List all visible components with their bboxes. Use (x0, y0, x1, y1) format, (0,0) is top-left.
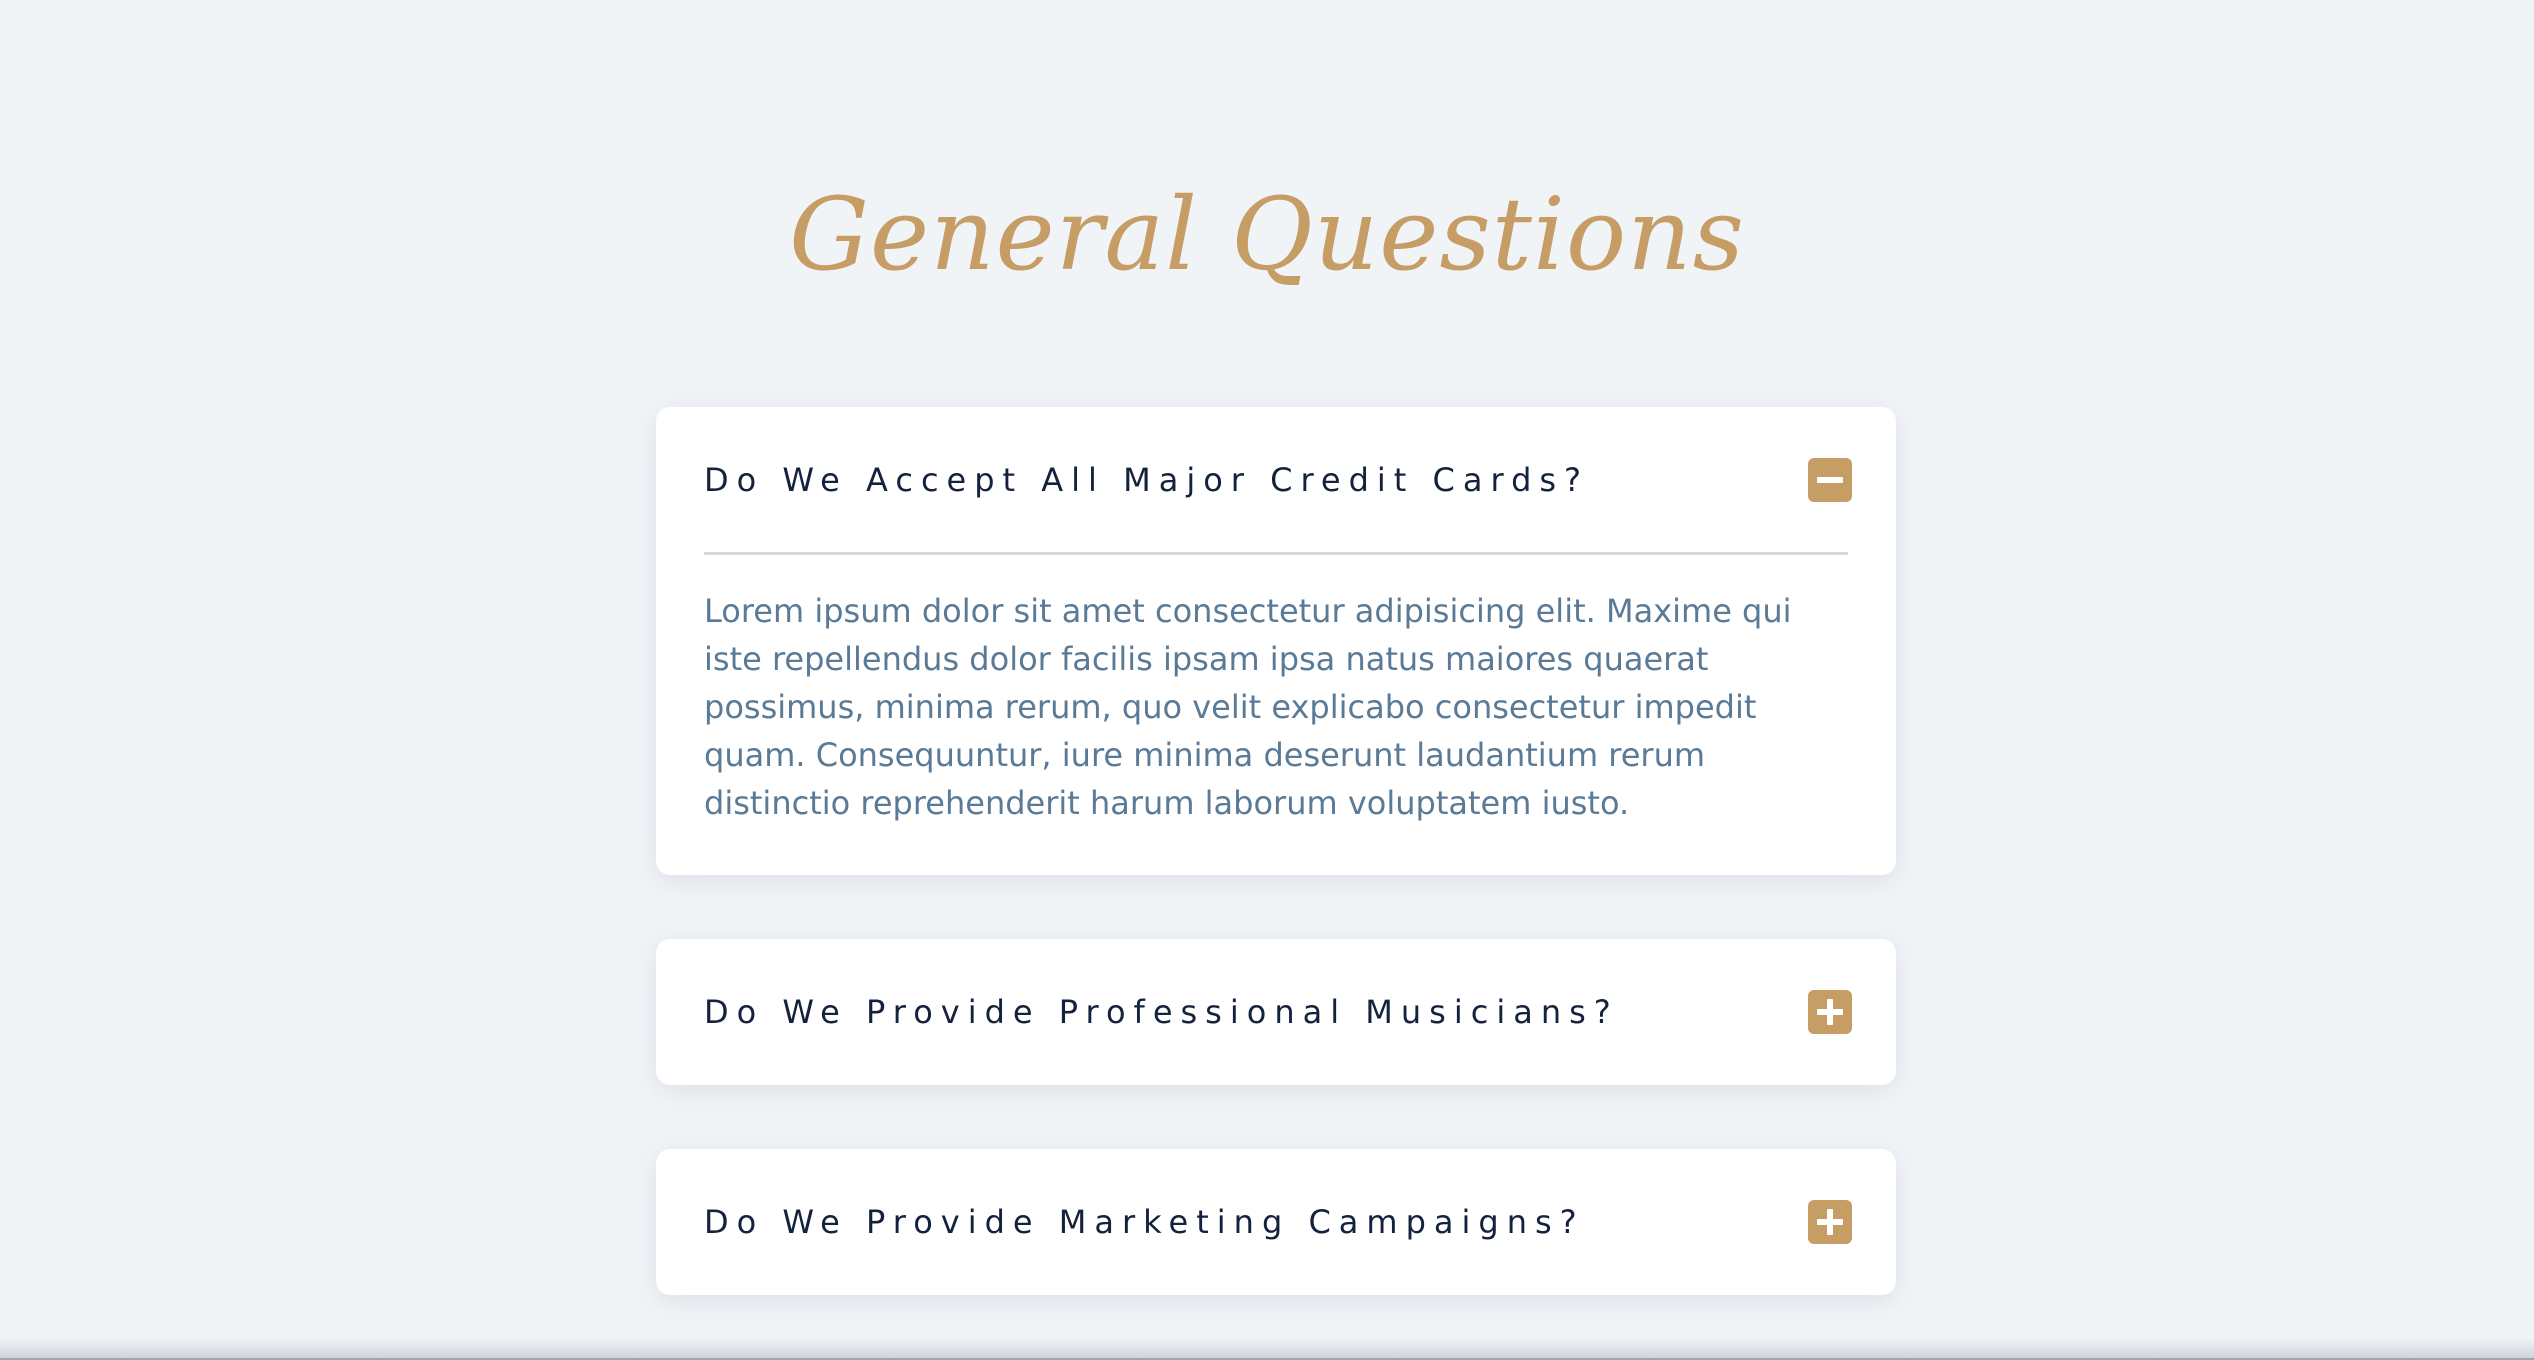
plus-square-icon[interactable] (1808, 1200, 1852, 1244)
faq-question-header[interactable]: Do We Accept All Major Credit Cards? (704, 407, 1852, 553)
minus-square-icon[interactable] (1808, 458, 1852, 502)
faq-question-text: Do We Provide Professional Musicians? (704, 993, 1619, 1031)
plus-square-icon[interactable] (1808, 990, 1852, 1034)
faq-question-header[interactable]: Do We Provide Marketing Campaigns? (704, 1149, 1852, 1295)
faq-question-header[interactable]: Do We Provide Professional Musicians? (704, 939, 1852, 1085)
faq-item-marketing: Do We Provide Marketing Campaigns? (656, 1149, 1896, 1295)
faq-question-text: Do We Accept All Major Credit Cards? (704, 461, 1590, 499)
faq-answer-text: Lorem ipsum dolor sit amet consectetur a… (704, 592, 1792, 822)
faq-item-credit-cards: Do We Accept All Major Credit Cards? Lor… (656, 407, 1896, 875)
section-title: General Questions (789, 176, 1745, 293)
faq-question-text: Do We Provide Marketing Campaigns? (704, 1203, 1585, 1241)
bottom-edge-shadow (0, 1338, 2534, 1360)
faq-divider (704, 552, 1848, 555)
faq-item-musicians: Do We Provide Professional Musicians? (656, 939, 1896, 1085)
